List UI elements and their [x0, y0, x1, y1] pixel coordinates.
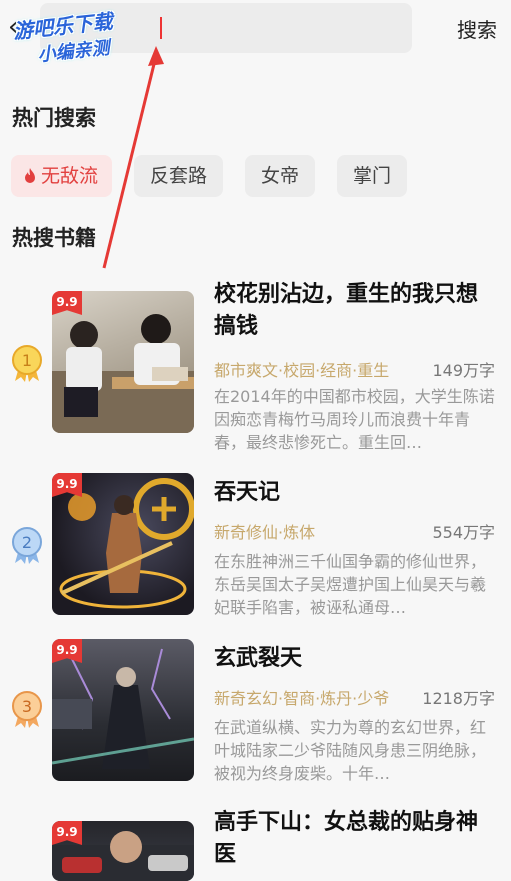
book-tags: 新奇玄幻·智商·炼丹·少爷 — [214, 689, 390, 708]
book-title: 高手下山：女总裁的贴身神医 — [214, 810, 479, 867]
book-item[interactable]: 1 9.9 校花别沾边，重生的我只想搞钱 都市爽文·校园·经商·重生 149万字… — [0, 282, 511, 452]
book-cover[interactable]: 9.9 — [52, 821, 194, 881]
hot-books-title: 热搜书籍 — [12, 226, 96, 250]
book-item[interactable]: 9.9 高手下山：女总裁的贴身神医 — [0, 810, 511, 881]
book-word-count: 1218万字 — [422, 689, 495, 708]
chip-label: 掌门 — [353, 165, 392, 187]
rank-medal-silver-icon: 2 — [12, 527, 42, 564]
watermark-logo: 游吧乐下载 小编亲测 — [7, 0, 162, 74]
rank-number: 3 — [22, 697, 32, 716]
rank-medal-bronze-icon: 3 — [12, 691, 42, 728]
book-item[interactable]: 2 9.9 吞天记 新奇修仙·炼体 554万字 在东胜神洲三千仙国争霸的修仙世界… — [0, 473, 511, 633]
chip-label: 反套路 — [150, 165, 208, 187]
book-word-count: 149万字 — [432, 361, 495, 380]
search-button[interactable]: 搜索 — [457, 14, 497, 43]
book-word-count: 554万字 — [432, 523, 495, 542]
chip-3[interactable]: 女帝 — [245, 155, 316, 197]
book-description: 在武道纵横、实力为尊的玄幻世界，红叶城陆家二少爷陆随风身患三阴绝脉，被视为终身废… — [214, 718, 487, 783]
rank-number: 1 — [22, 351, 32, 370]
rank-number: 2 — [22, 533, 32, 552]
flame-icon — [25, 168, 35, 183]
cover-illustration — [59, 478, 194, 609]
book-cover[interactable]: 9.9 — [52, 473, 194, 615]
hot-search-chips: 无敌流 反套路 女帝 掌门 — [11, 155, 408, 197]
hot-search-title: 热门搜索 — [12, 106, 96, 130]
book-tags: 都市爽文·校园·经商·重生 — [214, 361, 390, 380]
rank-medal-gold-icon: 1 — [12, 345, 42, 382]
book-item[interactable]: 3 9.9 玄武裂天 新奇玄幻·智商·炼丹·少爷 1218万字 在武道纵横、实力… — [0, 639, 511, 799]
chip-4[interactable]: 掌门 — [337, 155, 408, 197]
book-cover[interactable]: 9.9 — [52, 291, 194, 433]
chip-2[interactable]: 反套路 — [134, 155, 224, 197]
chip-label: 无敌流 — [41, 165, 99, 187]
book-cover[interactable]: 9.9 — [52, 639, 194, 781]
book-description: 在东胜神洲三千仙国争霸的修仙世界，东岳吴国太子吴煜遭护国上仙昊天与羲妃联手陷害，… — [214, 552, 487, 617]
book-tags: 新奇修仙·炼体 — [214, 523, 316, 542]
chip-label: 女帝 — [261, 165, 300, 187]
chip-hot-1[interactable]: 无敌流 — [11, 155, 113, 197]
cover-illustration — [52, 314, 194, 433]
cover-illustration — [52, 648, 194, 769]
book-title: 吞天记 — [214, 480, 281, 505]
book-title: 校花别沾边，重生的我只想搞钱 — [214, 282, 479, 339]
book-description: 在2014年的中国都市校园，大学生陈诺因痴恋青梅竹马周玲儿而浪费十年青春，最终悲… — [214, 387, 495, 452]
book-title: 玄武裂天 — [214, 646, 303, 671]
